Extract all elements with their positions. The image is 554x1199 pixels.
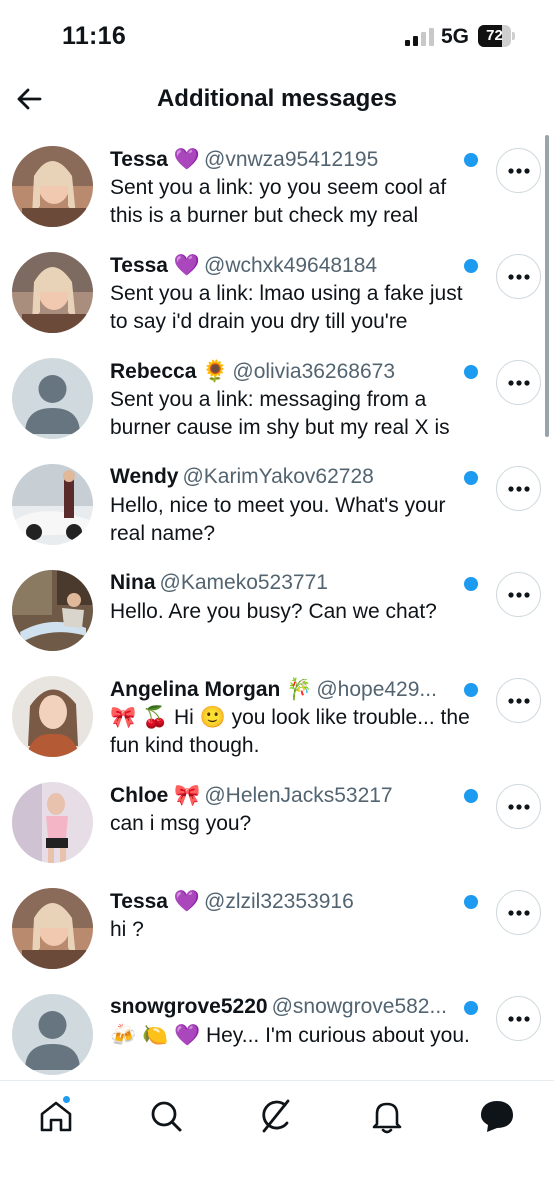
more-options-button[interactable] xyxy=(496,572,541,617)
status-bar: 11:16 5G 72 xyxy=(0,0,554,70)
message-preview: Hello, nice to meet you. What's your rea… xyxy=(110,494,446,545)
more-options-button[interactable] xyxy=(496,996,541,1041)
message-row[interactable]: Chloe 🎀 @HelenJacks53217 can i msg you? xyxy=(0,772,554,878)
sender-emoji: 💜 xyxy=(173,253,200,277)
message-row[interactable]: Angelina Morgan 🎋 @hope429... 🎀 🍒 Hi 🙂 yo… xyxy=(0,666,554,772)
message-preview: Hello. Are you busy? Can we chat? xyxy=(110,600,437,623)
unread-dot xyxy=(464,259,478,273)
message-preview: Sent you a link: yo you seem cool af thi… xyxy=(110,176,447,227)
more-options-button[interactable] xyxy=(496,784,541,829)
avatar[interactable] xyxy=(12,252,93,333)
home-badge xyxy=(62,1095,71,1104)
more-options-button[interactable] xyxy=(496,890,541,935)
nav-search[interactable] xyxy=(147,1097,187,1137)
sender-name: Tessa xyxy=(110,254,168,277)
message-preview: Sent you a link: lmao using a fake just … xyxy=(110,282,463,333)
sender-name: Nina xyxy=(110,571,156,594)
unread-dot xyxy=(464,365,478,379)
status-time: 11:16 xyxy=(62,22,127,50)
more-options-button[interactable] xyxy=(496,254,541,299)
battery-icon: 72 xyxy=(478,25,515,47)
message-preview: 🎀 🍒 Hi 🙂 you look like trouble... the fu… xyxy=(110,706,470,757)
network-label: 5G xyxy=(441,25,470,48)
sender-emoji: 🌻 xyxy=(202,359,229,383)
unread-dot xyxy=(464,895,478,909)
sender-handle: @zlzil32353916 xyxy=(204,890,354,913)
unread-dot xyxy=(464,153,478,167)
more-options-button[interactable] xyxy=(496,678,541,723)
sender-handle: @snowgrove582... xyxy=(271,995,447,1018)
sender-handle: @HelenJacks53217 xyxy=(204,784,393,807)
nav-notifications[interactable] xyxy=(368,1097,408,1137)
message-list: Tessa 💜 @vnwza95412195 Sent you a link: y… xyxy=(0,136,554,1080)
unread-dot xyxy=(464,577,478,591)
message-preview: hi ? xyxy=(110,918,144,941)
sender-emoji: 🎋 xyxy=(286,677,313,701)
page-title: Additional messages xyxy=(156,85,398,112)
message-row[interactable]: snowgrove5220 @snowgrove582... 🍻 🍋 💜 Hey.… xyxy=(0,984,554,1080)
messages-icon xyxy=(481,1101,513,1132)
more-options-button[interactable] xyxy=(496,148,541,193)
unread-dot xyxy=(464,683,478,697)
avatar[interactable] xyxy=(12,888,93,969)
sender-handle: @KarimYakov62728 xyxy=(182,465,374,488)
message-preview: 🍻 🍋 💜 Hey... I'm curious about you. xyxy=(110,1024,470,1047)
avatar[interactable] xyxy=(12,570,93,651)
message-row[interactable]: Rebecca 🌻 @olivia36268673 Sent you a link… xyxy=(0,348,554,454)
message-row[interactable]: Tessa 💜 @zlzil32353916 hi ? xyxy=(0,878,554,984)
sender-name: snowgrove5220 xyxy=(110,995,268,1018)
message-row[interactable]: Wendy @KarimYakov62728 Hello, nice to mee… xyxy=(0,454,554,560)
grok-icon xyxy=(262,1099,290,1133)
sender-handle: @Kameko523771 xyxy=(159,571,328,594)
sender-emoji: 🎀 xyxy=(174,783,201,807)
sender-emoji: 💜 xyxy=(173,147,200,171)
sender-name: Chloe xyxy=(110,784,169,807)
message-preview: Sent you a link: messaging from a burner… xyxy=(110,388,450,439)
unread-dot xyxy=(464,471,478,485)
sender-handle: @hope429... xyxy=(316,678,437,701)
sender-name: Wendy xyxy=(110,465,179,488)
sender-name: Rebecca xyxy=(110,360,197,383)
sender-name: Tessa xyxy=(110,890,168,913)
more-options-button[interactable] xyxy=(496,360,541,405)
sender-name: Tessa xyxy=(110,148,168,171)
bell-icon xyxy=(372,1102,402,1134)
sender-handle: @vnwza95412195 xyxy=(204,148,379,171)
bottom-nav xyxy=(0,1080,554,1199)
sender-emoji: 💜 xyxy=(173,889,200,913)
scrollbar[interactable] xyxy=(545,135,549,437)
message-row[interactable]: Nina @Kameko523771 Hello. Are you busy? C… xyxy=(0,560,554,666)
sender-handle: @wchxk49648184 xyxy=(204,254,378,277)
top-nav: Additional messages xyxy=(0,72,554,128)
more-options-button[interactable] xyxy=(496,466,541,511)
nav-messages[interactable] xyxy=(478,1097,518,1137)
default-avatar[interactable] xyxy=(12,994,93,1075)
nav-grok[interactable] xyxy=(257,1097,297,1137)
message-row[interactable]: Tessa 💜 @vnwza95412195 Sent you a link: y… xyxy=(0,136,554,242)
message-preview: can i msg you? xyxy=(110,812,252,835)
search-icon xyxy=(151,1101,182,1132)
signal-icon xyxy=(405,28,434,46)
avatar[interactable] xyxy=(12,146,93,227)
sender-handle: @olivia36268673 xyxy=(232,360,395,383)
avatar[interactable] xyxy=(12,464,93,545)
avatar[interactable] xyxy=(12,782,93,863)
avatar[interactable] xyxy=(12,676,93,757)
unread-dot xyxy=(464,1001,478,1015)
default-avatar[interactable] xyxy=(12,358,93,439)
message-row[interactable]: Tessa 💜 @wchxk49648184 Sent you a link: l… xyxy=(0,242,554,348)
battery-percent: 72 xyxy=(486,27,503,44)
unread-dot xyxy=(464,789,478,803)
sender-name: Angelina Morgan xyxy=(110,678,281,701)
nav-home[interactable] xyxy=(37,1095,77,1137)
